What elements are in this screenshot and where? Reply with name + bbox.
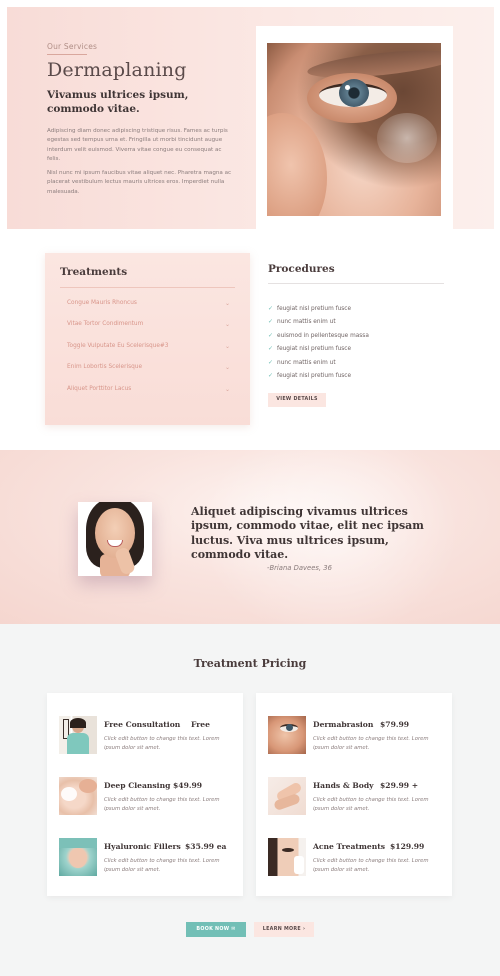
pricing-item: Dermabrasion $79.99 Click edit button to… <box>268 716 448 756</box>
pricing-item-desc: Click edit button to change this text. L… <box>313 858 429 873</box>
testimonial-quote: Aliquet adipiscing vivamus ultrices ipsu… <box>191 505 424 561</box>
hero-subtitle: Vivamus ultrices ipsum, commodo vitae. <box>47 89 189 115</box>
learn-more-button[interactable]: LEARN MORE › <box>254 922 314 937</box>
pricing-card-left: Free Consultation Free Click edit button… <box>47 693 243 896</box>
hero-photo-frame <box>256 26 453 231</box>
pricing-item-title: Deep Cleansing <box>104 781 171 790</box>
list-item: ✓ nunc mattis enim ut <box>268 359 336 366</box>
hero-eyebrow: Our Services <box>47 42 98 55</box>
consultation-thumbnail <box>59 716 97 754</box>
check-icon: ✓ <box>268 318 274 325</box>
list-item: ✓ feugiat nisl pretium fusce <box>268 345 352 352</box>
accordion-item-label: Toggle Vulputate Eu Scelerisque#3 <box>67 343 169 349</box>
accordion-item[interactable]: Vitae Tortor Condimentum ⌄ <box>67 321 230 335</box>
check-icon: ✓ <box>268 332 274 339</box>
pricing-item-title: Acne Treatments <box>313 842 386 851</box>
treatments-heading: Treatments <box>60 266 128 278</box>
list-item: ✓ euismod in pellentesque massa <box>268 332 369 339</box>
hands-body-thumbnail <box>268 777 306 815</box>
testimonial-portrait <box>78 502 152 576</box>
dermabrasion-thumbnail <box>268 716 306 754</box>
accordion-item[interactable]: Aliquet Porttitor Lacus ⌄ <box>67 386 230 400</box>
cleansing-thumbnail <box>59 777 97 815</box>
pricing-item: Free Consultation Free Click edit button… <box>59 716 239 756</box>
pricing-item-title: Hyaluronic Fillers <box>104 842 181 851</box>
accordion-item-label: Vitae Tortor Condimentum <box>67 321 144 327</box>
eye-closeup-photo <box>267 43 441 216</box>
chevron-down-icon: ⌄ <box>224 343 230 350</box>
pricing-item-price: $35.99 ea <box>185 842 227 851</box>
pricing-item: Hyaluronic Fillers $35.99 ea Click edit … <box>59 838 239 878</box>
book-now-button[interactable]: BOOK NOW ✉ <box>186 922 246 937</box>
pricing-item: Hands & Body $29.99 + Click edit button … <box>268 777 448 817</box>
procedures-heading: Procedures <box>268 263 335 275</box>
accordion-item-label: Enim Lobortis Scelerisque <box>67 364 143 370</box>
chevron-down-icon: ⌄ <box>224 386 230 393</box>
list-item: ✓ nunc mattis enim ut <box>268 318 336 325</box>
pricing-item-desc: Click edit button to change this text. L… <box>104 858 220 873</box>
pricing-item-title: Hands & Body <box>313 781 374 790</box>
divider <box>60 287 235 288</box>
pricing-item-title: Free Consultation <box>104 720 181 729</box>
view-details-button[interactable]: VIEW DETAILS <box>268 393 326 407</box>
accordion-item[interactable]: Congue Mauris Rhoncus ⌄ <box>67 300 230 314</box>
accordion-item-label: Aliquet Porttitor Lacus <box>67 386 132 392</box>
pricing-card-right: Dermabrasion $79.99 Click edit button to… <box>256 693 452 896</box>
check-icon: ✓ <box>268 359 274 366</box>
pricing-item-price: Free <box>191 720 210 729</box>
hero-paragraph: Adipiscing diam donec adipiscing tristiq… <box>47 128 228 163</box>
hero-paragraph: Nisl nunc mi ipsum faucibus vitae alique… <box>47 170 232 195</box>
chevron-down-icon: ⌄ <box>224 364 230 371</box>
pricing-item-price: $79.99 <box>380 720 410 729</box>
pricing-item-desc: Click edit button to change this text. L… <box>313 797 429 812</box>
page-title: Dermaplaning <box>47 59 187 81</box>
check-icon: ✓ <box>268 305 274 312</box>
fillers-thumbnail <box>59 838 97 876</box>
pricing-item-title: Dermabrasion <box>313 720 374 729</box>
pricing-item-price: $29.99 + <box>380 781 419 790</box>
divider <box>268 283 444 284</box>
list-item: ✓ feugiat nisl pretium fusce <box>268 372 352 379</box>
pricing-item-price: $49.99 <box>173 781 203 790</box>
check-icon: ✓ <box>268 345 274 352</box>
accordion-item[interactable]: Enim Lobortis Scelerisque ⌄ <box>67 364 230 378</box>
pricing-heading: Treatment Pricing <box>193 657 307 670</box>
pricing-item: Acne Treatments $129.99 Click edit butto… <box>268 838 448 878</box>
chevron-down-icon: ⌄ <box>224 300 230 307</box>
testimonial-author: -Briana Davees, 36 <box>267 564 332 572</box>
pricing-item-desc: Click edit button to change this text. L… <box>104 736 220 751</box>
pricing-item-desc: Click edit button to change this text. L… <box>104 797 220 812</box>
acne-thumbnail <box>268 838 306 876</box>
pricing-item: Deep Cleansing $49.99 Click edit button … <box>59 777 239 817</box>
list-item: ✓ feugiat nisl pretium fusce <box>268 305 352 312</box>
accordion-item-label: Congue Mauris Rhoncus <box>67 300 137 306</box>
accordion-item[interactable]: Toggle Vulputate Eu Scelerisque#3 ⌄ <box>67 343 230 357</box>
check-icon: ✓ <box>268 372 274 379</box>
pricing-item-desc: Click edit button to change this text. L… <box>313 736 429 751</box>
pricing-item-price: $129.99 <box>390 842 425 851</box>
chevron-down-icon: ⌄ <box>224 321 230 328</box>
